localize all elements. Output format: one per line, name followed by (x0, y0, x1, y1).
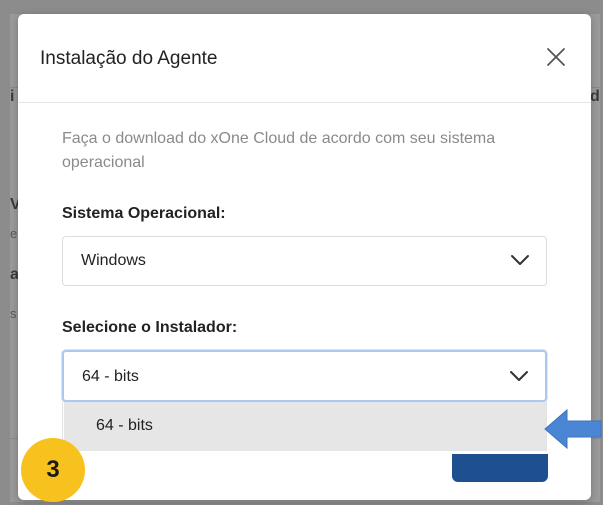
dropdown-option-64-bits[interactable]: 64 - bits (64, 402, 546, 451)
background-text-fragment: e (10, 226, 18, 241)
os-select-value: Windows (81, 252, 146, 269)
installer-select[interactable]: 64 - bits (62, 350, 547, 402)
installer-label: Selecione o Instalador: (62, 319, 238, 336)
step-number-badge: 3 (21, 438, 85, 502)
dropdown-option-label: 64 - bits (96, 417, 153, 434)
modal-title: Instalação do Agente (40, 48, 218, 69)
background-text-fragment: d (590, 88, 600, 105)
background-text-fragment: s (10, 306, 17, 321)
footer-action-button[interactable] (452, 454, 548, 482)
step-number: 3 (46, 456, 60, 483)
background-text-fragment: i (10, 88, 15, 105)
chevron-down-icon (510, 253, 530, 267)
installer-select-value: 64 - bits (82, 368, 139, 385)
close-button[interactable] (543, 44, 569, 70)
os-select[interactable]: Windows (62, 236, 547, 286)
chevron-down-icon (509, 369, 529, 383)
close-icon (547, 48, 565, 66)
pointer-arrow-icon (543, 406, 603, 452)
agent-install-modal: Instalação do Agente Faça o download do … (18, 14, 591, 500)
installer-dropdown-menu: 64 - bits (62, 402, 547, 451)
os-label: Sistema Operacional: (62, 205, 226, 222)
modal-header: Instalação do Agente (18, 14, 591, 103)
modal-description: Faça o download do xOne Cloud de acordo … (62, 130, 496, 171)
